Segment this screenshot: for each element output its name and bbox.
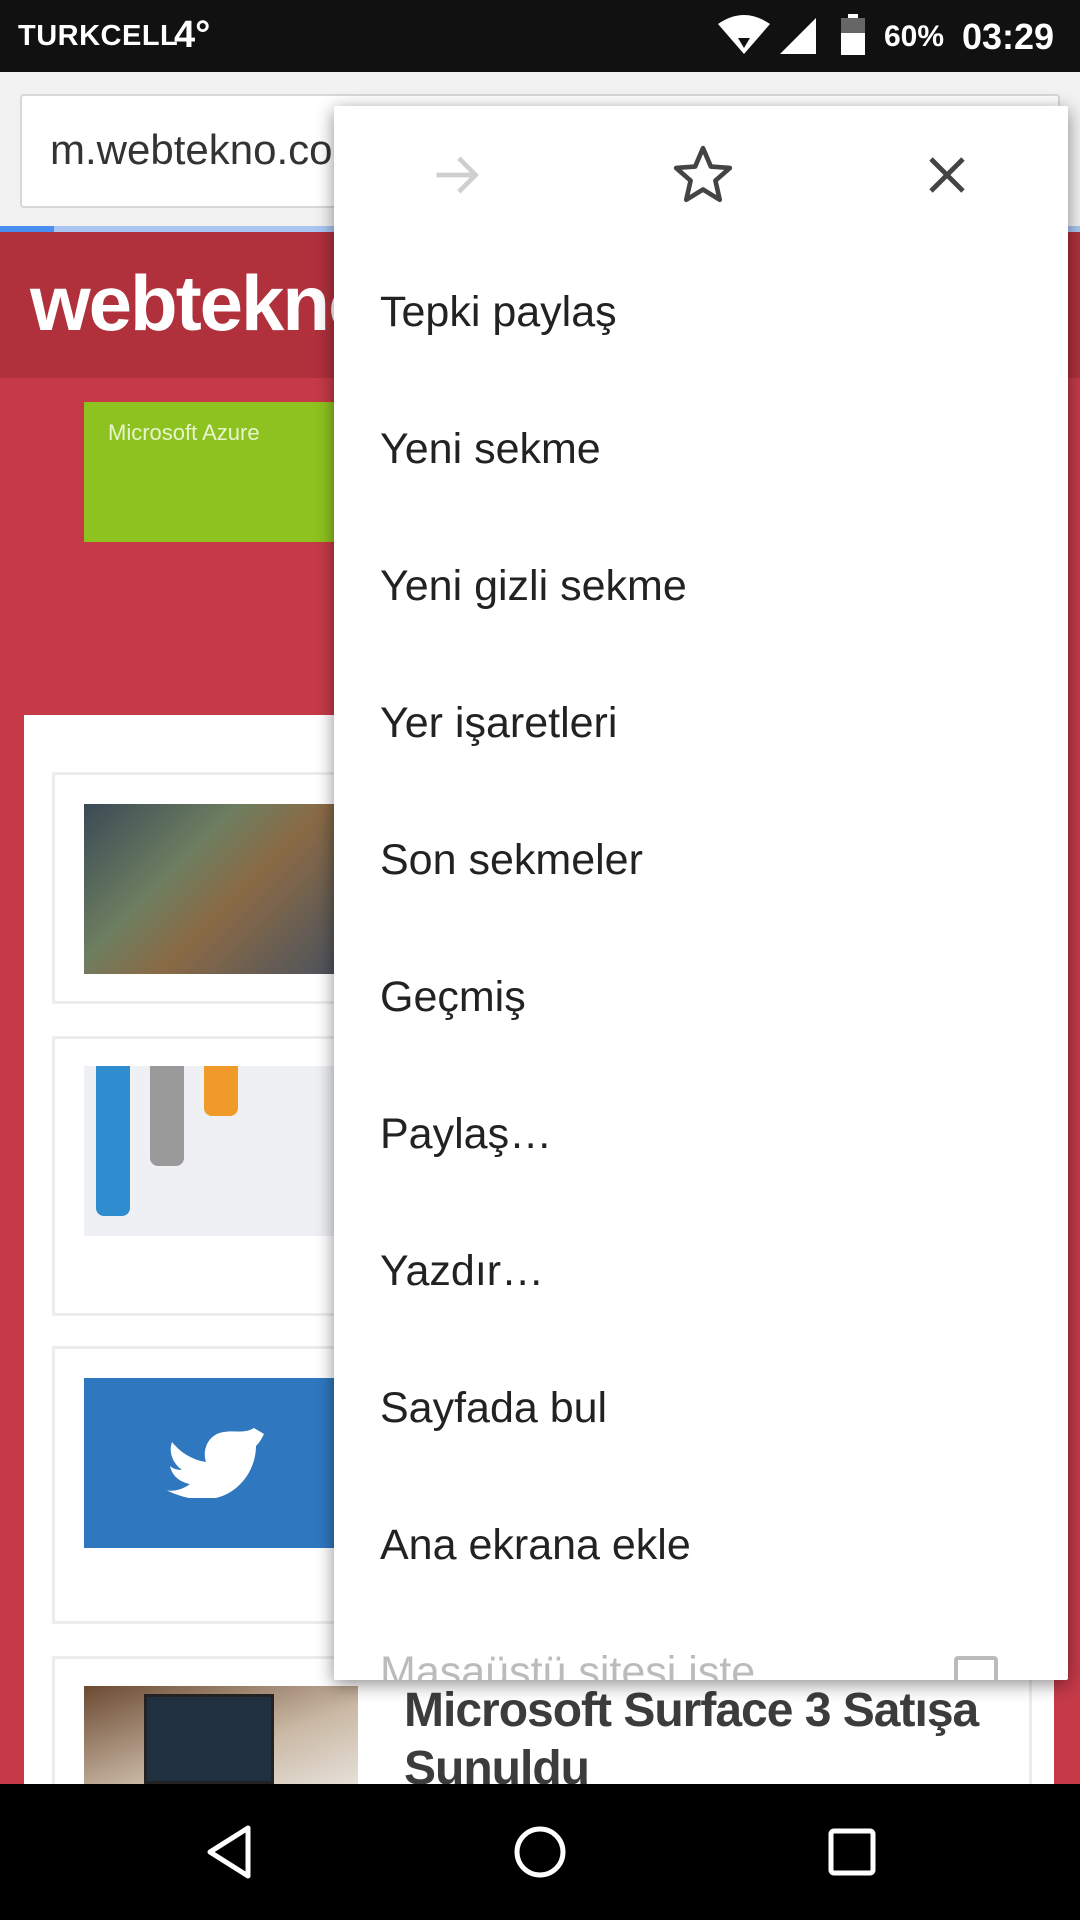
article-thumbnail[interactable] bbox=[84, 1066, 358, 1236]
clock: 03:29 bbox=[962, 16, 1055, 57]
url-text[interactable]: m.webtekno.com bbox=[50, 126, 367, 174]
status-bar: TURKCELL 4° 60% 03:29 bbox=[0, 0, 1080, 72]
recents-icon[interactable] bbox=[822, 1822, 882, 1882]
article-thumbnail[interactable] bbox=[84, 1686, 358, 1784]
menu-item-add-to-home-screen[interactable]: Ana ekrana ekle bbox=[380, 1521, 691, 1570]
bird-icon bbox=[166, 1428, 264, 1498]
back-icon[interactable] bbox=[200, 1822, 260, 1882]
article-title[interactable]: Microsoft Surface 3 Satışa Sunuldu bbox=[404, 1682, 1024, 1798]
menu-item-print[interactable]: Yazdır… bbox=[380, 1247, 544, 1296]
menu-icon-row bbox=[334, 106, 1068, 242]
forward-icon[interactable] bbox=[422, 140, 492, 210]
site-logo[interactable]: webtekno bbox=[30, 258, 376, 349]
menu-item-recent-tabs[interactable]: Son sekmeler bbox=[380, 836, 643, 885]
menu-item-find-in-page[interactable]: Sayfada bul bbox=[380, 1384, 607, 1433]
ad-banner[interactable]: Microsoft Azure bbox=[84, 402, 344, 542]
close-icon[interactable] bbox=[912, 140, 982, 210]
star-icon[interactable] bbox=[668, 140, 738, 210]
temperature-label: 4° bbox=[174, 14, 211, 56]
device-illustration bbox=[204, 1066, 238, 1116]
device-illustration bbox=[96, 1066, 130, 1216]
battery-icon bbox=[841, 14, 865, 55]
article-thumbnail[interactable] bbox=[84, 804, 358, 974]
home-icon[interactable] bbox=[510, 1822, 570, 1882]
menu-item-history[interactable]: Geçmiş bbox=[380, 973, 526, 1022]
menu-item-new-tab[interactable]: Yeni sekme bbox=[380, 425, 601, 474]
signal-icon bbox=[780, 18, 816, 54]
desktop-site-checkbox[interactable] bbox=[954, 1656, 998, 1680]
ad-text: Microsoft Azure bbox=[108, 420, 260, 445]
menu-item-new-incognito-tab[interactable]: Yeni gizli sekme bbox=[380, 562, 687, 611]
wifi-icon bbox=[718, 15, 770, 54]
article-thumbnail[interactable] bbox=[84, 1378, 358, 1548]
navigation-bar bbox=[0, 1784, 1080, 1920]
battery-percent: 60% bbox=[884, 20, 945, 53]
menu-item-tepki-paylas[interactable]: Tepki paylaş bbox=[380, 288, 617, 337]
tablet-illustration bbox=[144, 1694, 274, 1784]
menu-item-request-desktop-site[interactable]: Masaüstü sitesi iste bbox=[380, 1648, 755, 1680]
menu-item-share[interactable]: Paylaş… bbox=[380, 1110, 552, 1159]
device-illustration bbox=[150, 1066, 184, 1166]
overflow-menu: Tepki paylaş Yeni sekme Yeni gizli sekme… bbox=[334, 106, 1068, 1680]
carrier-label: TURKCELL bbox=[18, 20, 179, 52]
menu-item-bookmarks[interactable]: Yer işaretleri bbox=[380, 699, 617, 748]
